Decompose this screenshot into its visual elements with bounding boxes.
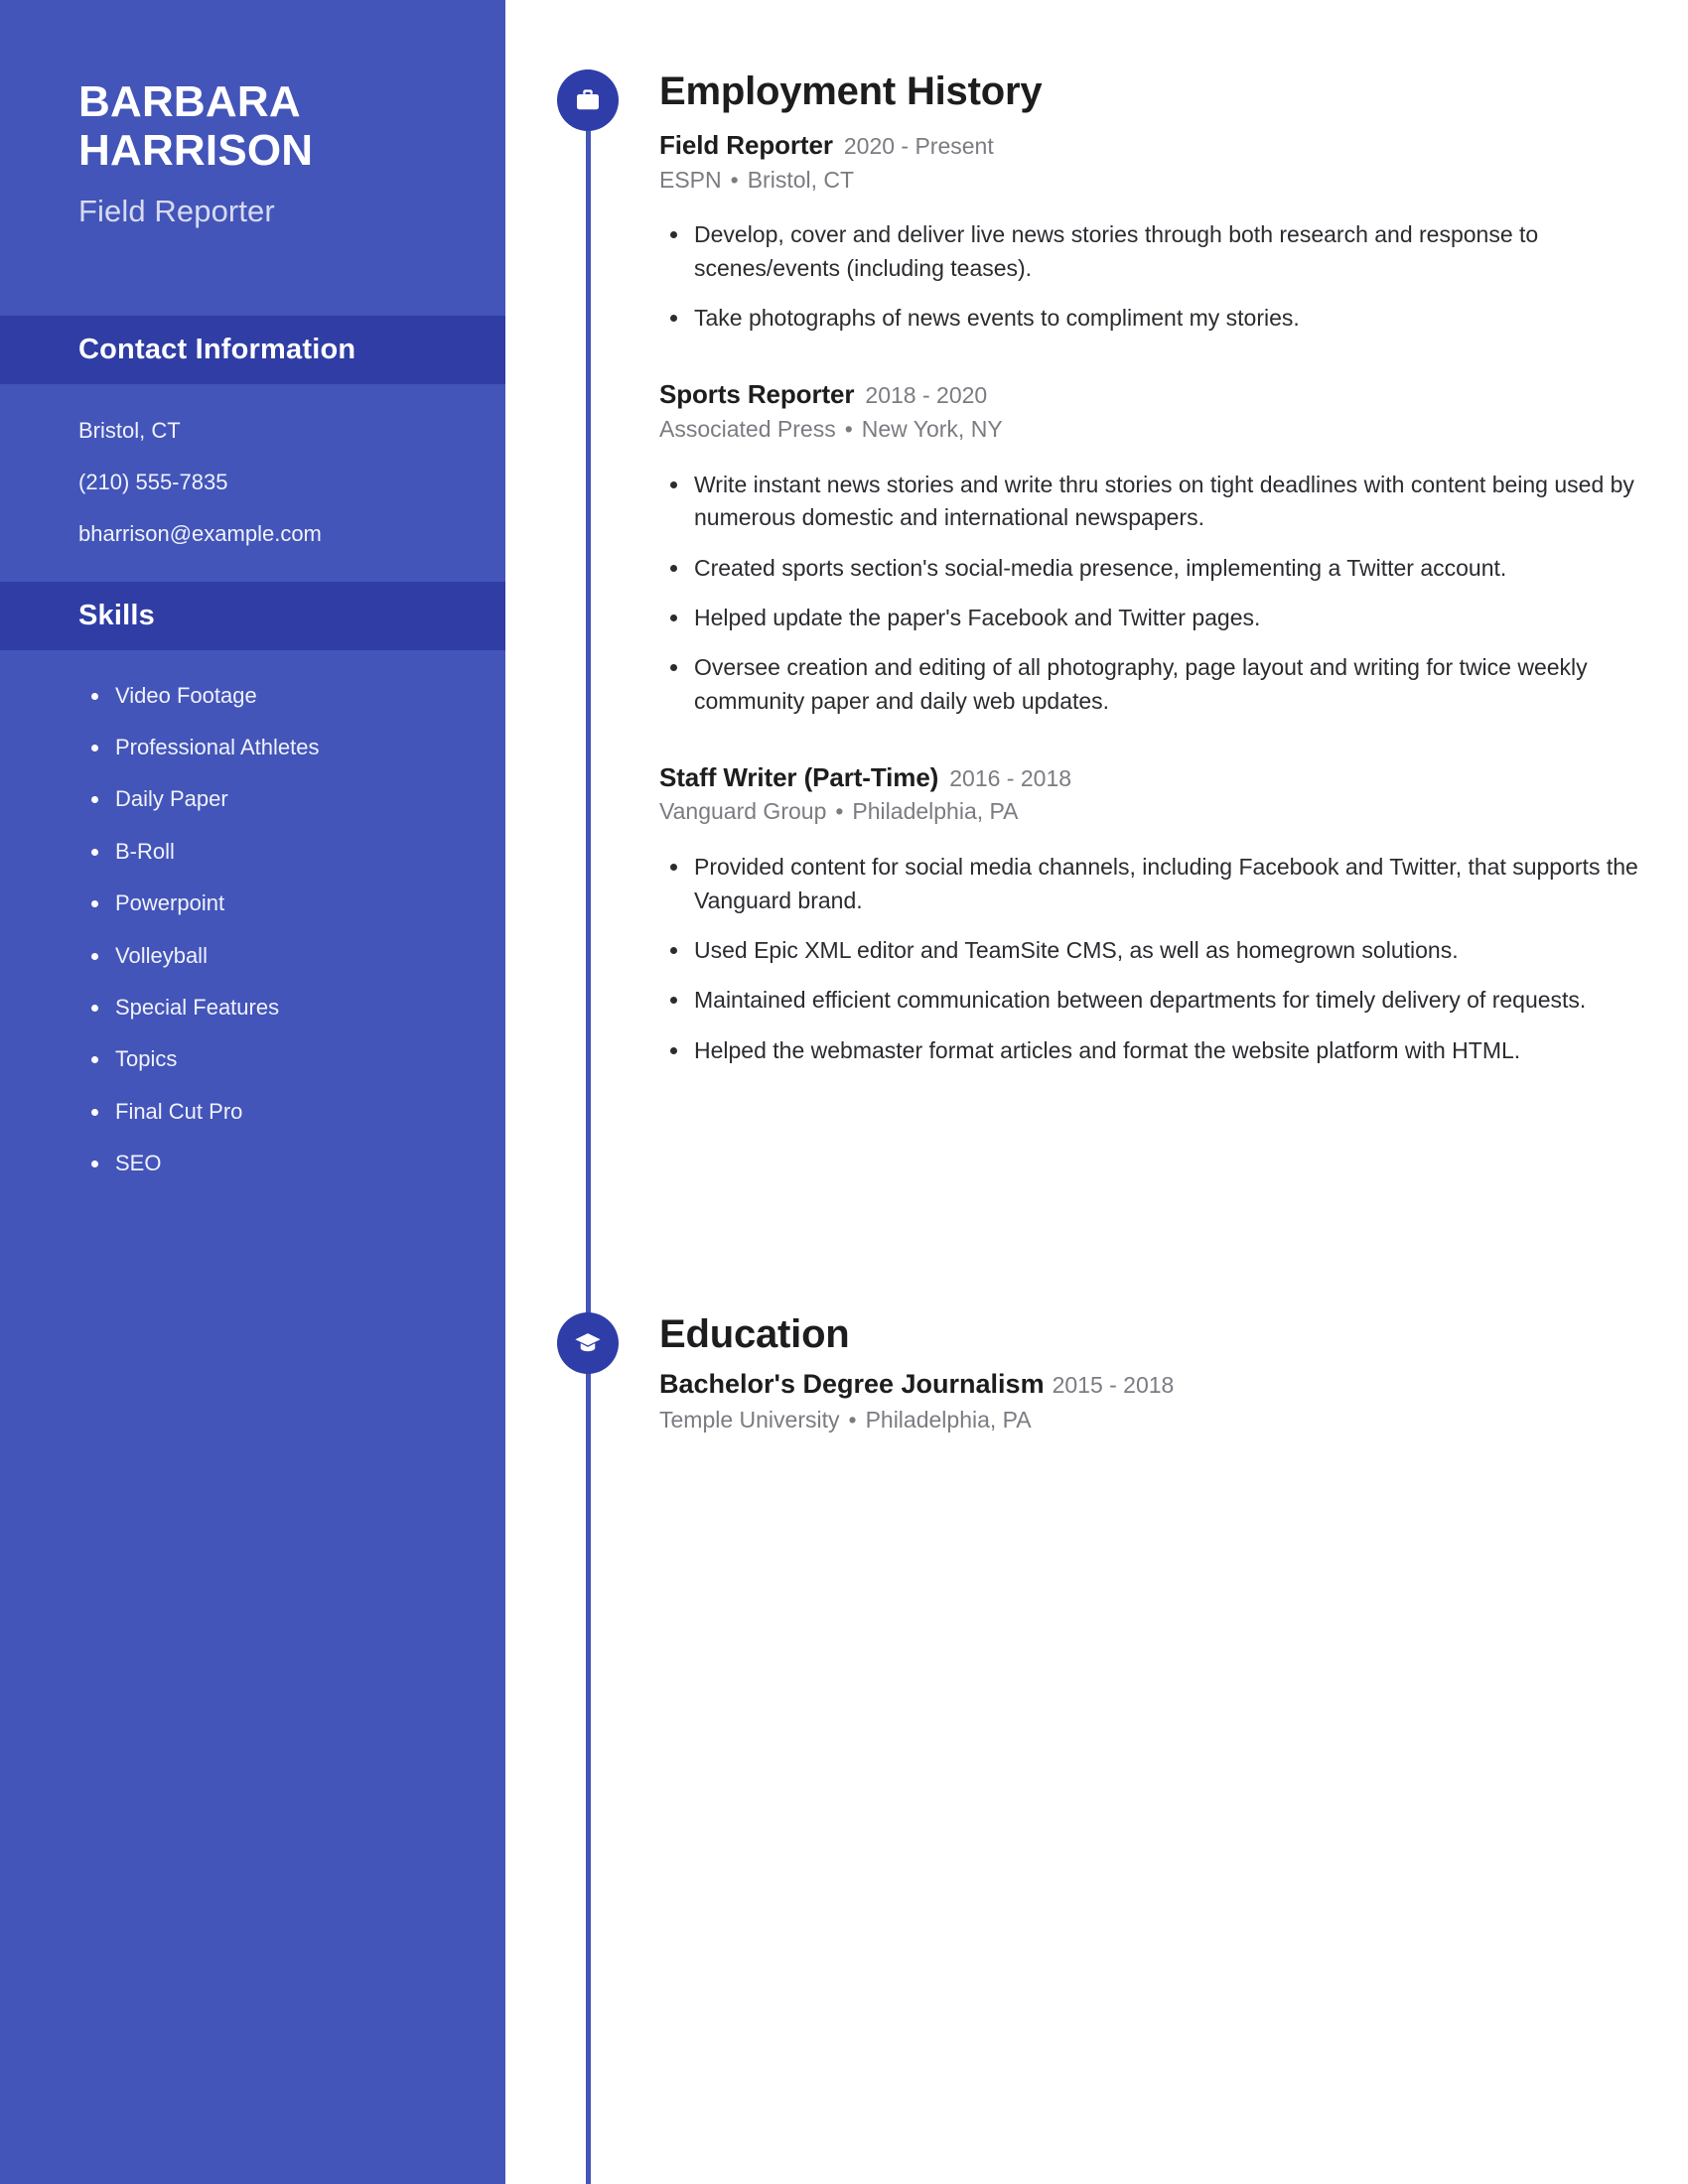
job-location: Philadelphia, PA: [852, 798, 1019, 825]
meta-separator: •: [730, 166, 739, 193]
school-name: Temple University: [659, 1406, 840, 1433]
job-bullets: Write instant news stories and write thr…: [659, 469, 1643, 718]
meta-separator: •: [835, 798, 844, 825]
page-title: Employment History: [659, 69, 1043, 113]
job-company: Vanguard Group: [659, 798, 827, 825]
job-title: Sports Reporter: [659, 379, 855, 410]
resume-page: BARBARA HARRISON Field Reporter Contact …: [0, 0, 1688, 2184]
headline-job-title: Field Reporter: [78, 193, 275, 228]
job-bullets: Develop, cover and deliver live news sto…: [659, 218, 1643, 335]
employment-entry: Field Reporter 2020 - Present ESPN • Bristo…: [659, 129, 1643, 335]
employment-entry-head: Field Reporter 2020 - Present: [659, 129, 1643, 162]
employment-entry-head: Staff Writer (Part-Time) 2016 - 2018: [659, 761, 1643, 794]
list-item: SEO: [91, 1151, 505, 1176]
contact-phone: (210) 555-7835: [78, 469, 228, 494]
skills-header: Skills: [0, 581, 505, 650]
list-item: Take photographs of news events to compl…: [670, 302, 1643, 335]
education-entry: Bachelor's Degree Journalism 2015 - 2018 …: [659, 1368, 1643, 1435]
job-dates: 2018 - 2020: [865, 382, 988, 409]
list-item: Video Footage: [91, 683, 505, 709]
list-item: Created sports section's social-media pr…: [670, 552, 1643, 585]
first-name: BARBARA: [78, 77, 301, 126]
list-item: Daily Paper: [91, 786, 505, 812]
list-item: Final Cut Pro: [91, 1099, 505, 1125]
job-location: Bristol, CT: [747, 166, 855, 193]
job-meta: ESPN • Bristol, CT: [659, 166, 1643, 196]
skills-list: Video Footage Professional Athletes Dail…: [0, 650, 505, 1177]
list-item: Helped the webmaster format articles and…: [670, 1034, 1643, 1067]
job-meta: Associated Press • New York, NY: [659, 415, 1643, 445]
job-dates: 2020 - Present: [843, 133, 994, 159]
contact-information-header: Contact Information: [0, 315, 505, 384]
list-item: Helped update the paper's Facebook and T…: [670, 602, 1643, 634]
contact-information-heading: Contact Information: [78, 333, 356, 365]
education-entry-head: Bachelor's Degree Journalism 2015 - 2018: [659, 1368, 1643, 1402]
education-body: Education Bachelor's Degree Journalism 20…: [659, 1312, 1688, 1435]
job-title: Staff Writer (Part-Time): [659, 761, 939, 792]
meta-separator: •: [844, 415, 853, 442]
job-company: ESPN: [659, 166, 722, 193]
employment-entry-head: Sports Reporter 2018 - 2020: [659, 378, 1643, 411]
education-meta: Temple University • Philadelphia, PA: [659, 1406, 1643, 1435]
employment-entry: Sports Reporter 2018 - 2020 Associated Pr…: [659, 378, 1643, 717]
briefcase-icon: [557, 69, 619, 131]
degree-title: Bachelor's Degree Journalism: [659, 1369, 1045, 1399]
list-item: Oversee creation and editing of all phot…: [670, 651, 1643, 718]
job-dates: 2016 - 2018: [949, 764, 1072, 791]
employment-entry: Staff Writer (Part-Time) 2016 - 2018 Vang…: [659, 761, 1643, 1067]
list-item: Used Epic XML editor and TeamSite CMS, a…: [670, 934, 1643, 967]
school-location: Philadelphia, PA: [865, 1406, 1032, 1433]
job-bullets: Provided content for social media channe…: [659, 851, 1643, 1067]
list-item: Volleyball: [91, 943, 505, 969]
list-item: Write instant news stories and write thr…: [670, 469, 1643, 535]
job-meta: Vanguard Group • Philadelphia, PA: [659, 797, 1643, 827]
list-item: Special Features: [91, 995, 505, 1021]
list-item: Develop, cover and deliver live news sto…: [670, 218, 1643, 285]
name-block: BARBARA HARRISON Field Reporter: [0, 0, 505, 229]
skills-heading: Skills: [78, 599, 155, 631]
job-title: Field Reporter: [659, 130, 833, 160]
education-section: Education Bachelor's Degree Journalism 20…: [505, 1312, 1688, 1435]
contact-email: bharrison@example.com: [78, 521, 322, 547]
list-item: B-Roll: [91, 839, 505, 865]
list-item: Topics: [91, 1046, 505, 1072]
list-item: Powerpoint: [91, 890, 505, 916]
last-name: HARRISON: [78, 126, 314, 176]
contact-list: Bristol, CT (210) 555-7835 bharrison@exa…: [0, 384, 505, 582]
list-item: Professional Athletes: [91, 735, 505, 760]
education-title: Education: [659, 1312, 850, 1356]
list-item: Provided content for social media channe…: [670, 851, 1643, 917]
graduation-cap-icon: [557, 1312, 619, 1374]
meta-separator: •: [848, 1406, 857, 1433]
sidebar: BARBARA HARRISON Field Reporter Contact …: [0, 0, 505, 2184]
list-item: Maintained efficient communication betwe…: [670, 984, 1643, 1017]
job-company: Associated Press: [659, 415, 836, 442]
degree-dates: 2015 - 2018: [1052, 1372, 1175, 1398]
main-content: Employment History Field Reporter 2020 - …: [505, 0, 1688, 2184]
employment-history-section: Employment History Field Reporter 2020 - …: [505, 69, 1688, 1067]
job-location: New York, NY: [861, 415, 1003, 442]
employment-body: Employment History Field Reporter 2020 - …: [659, 69, 1688, 1067]
contact-location: Bristol, CT: [78, 417, 181, 443]
